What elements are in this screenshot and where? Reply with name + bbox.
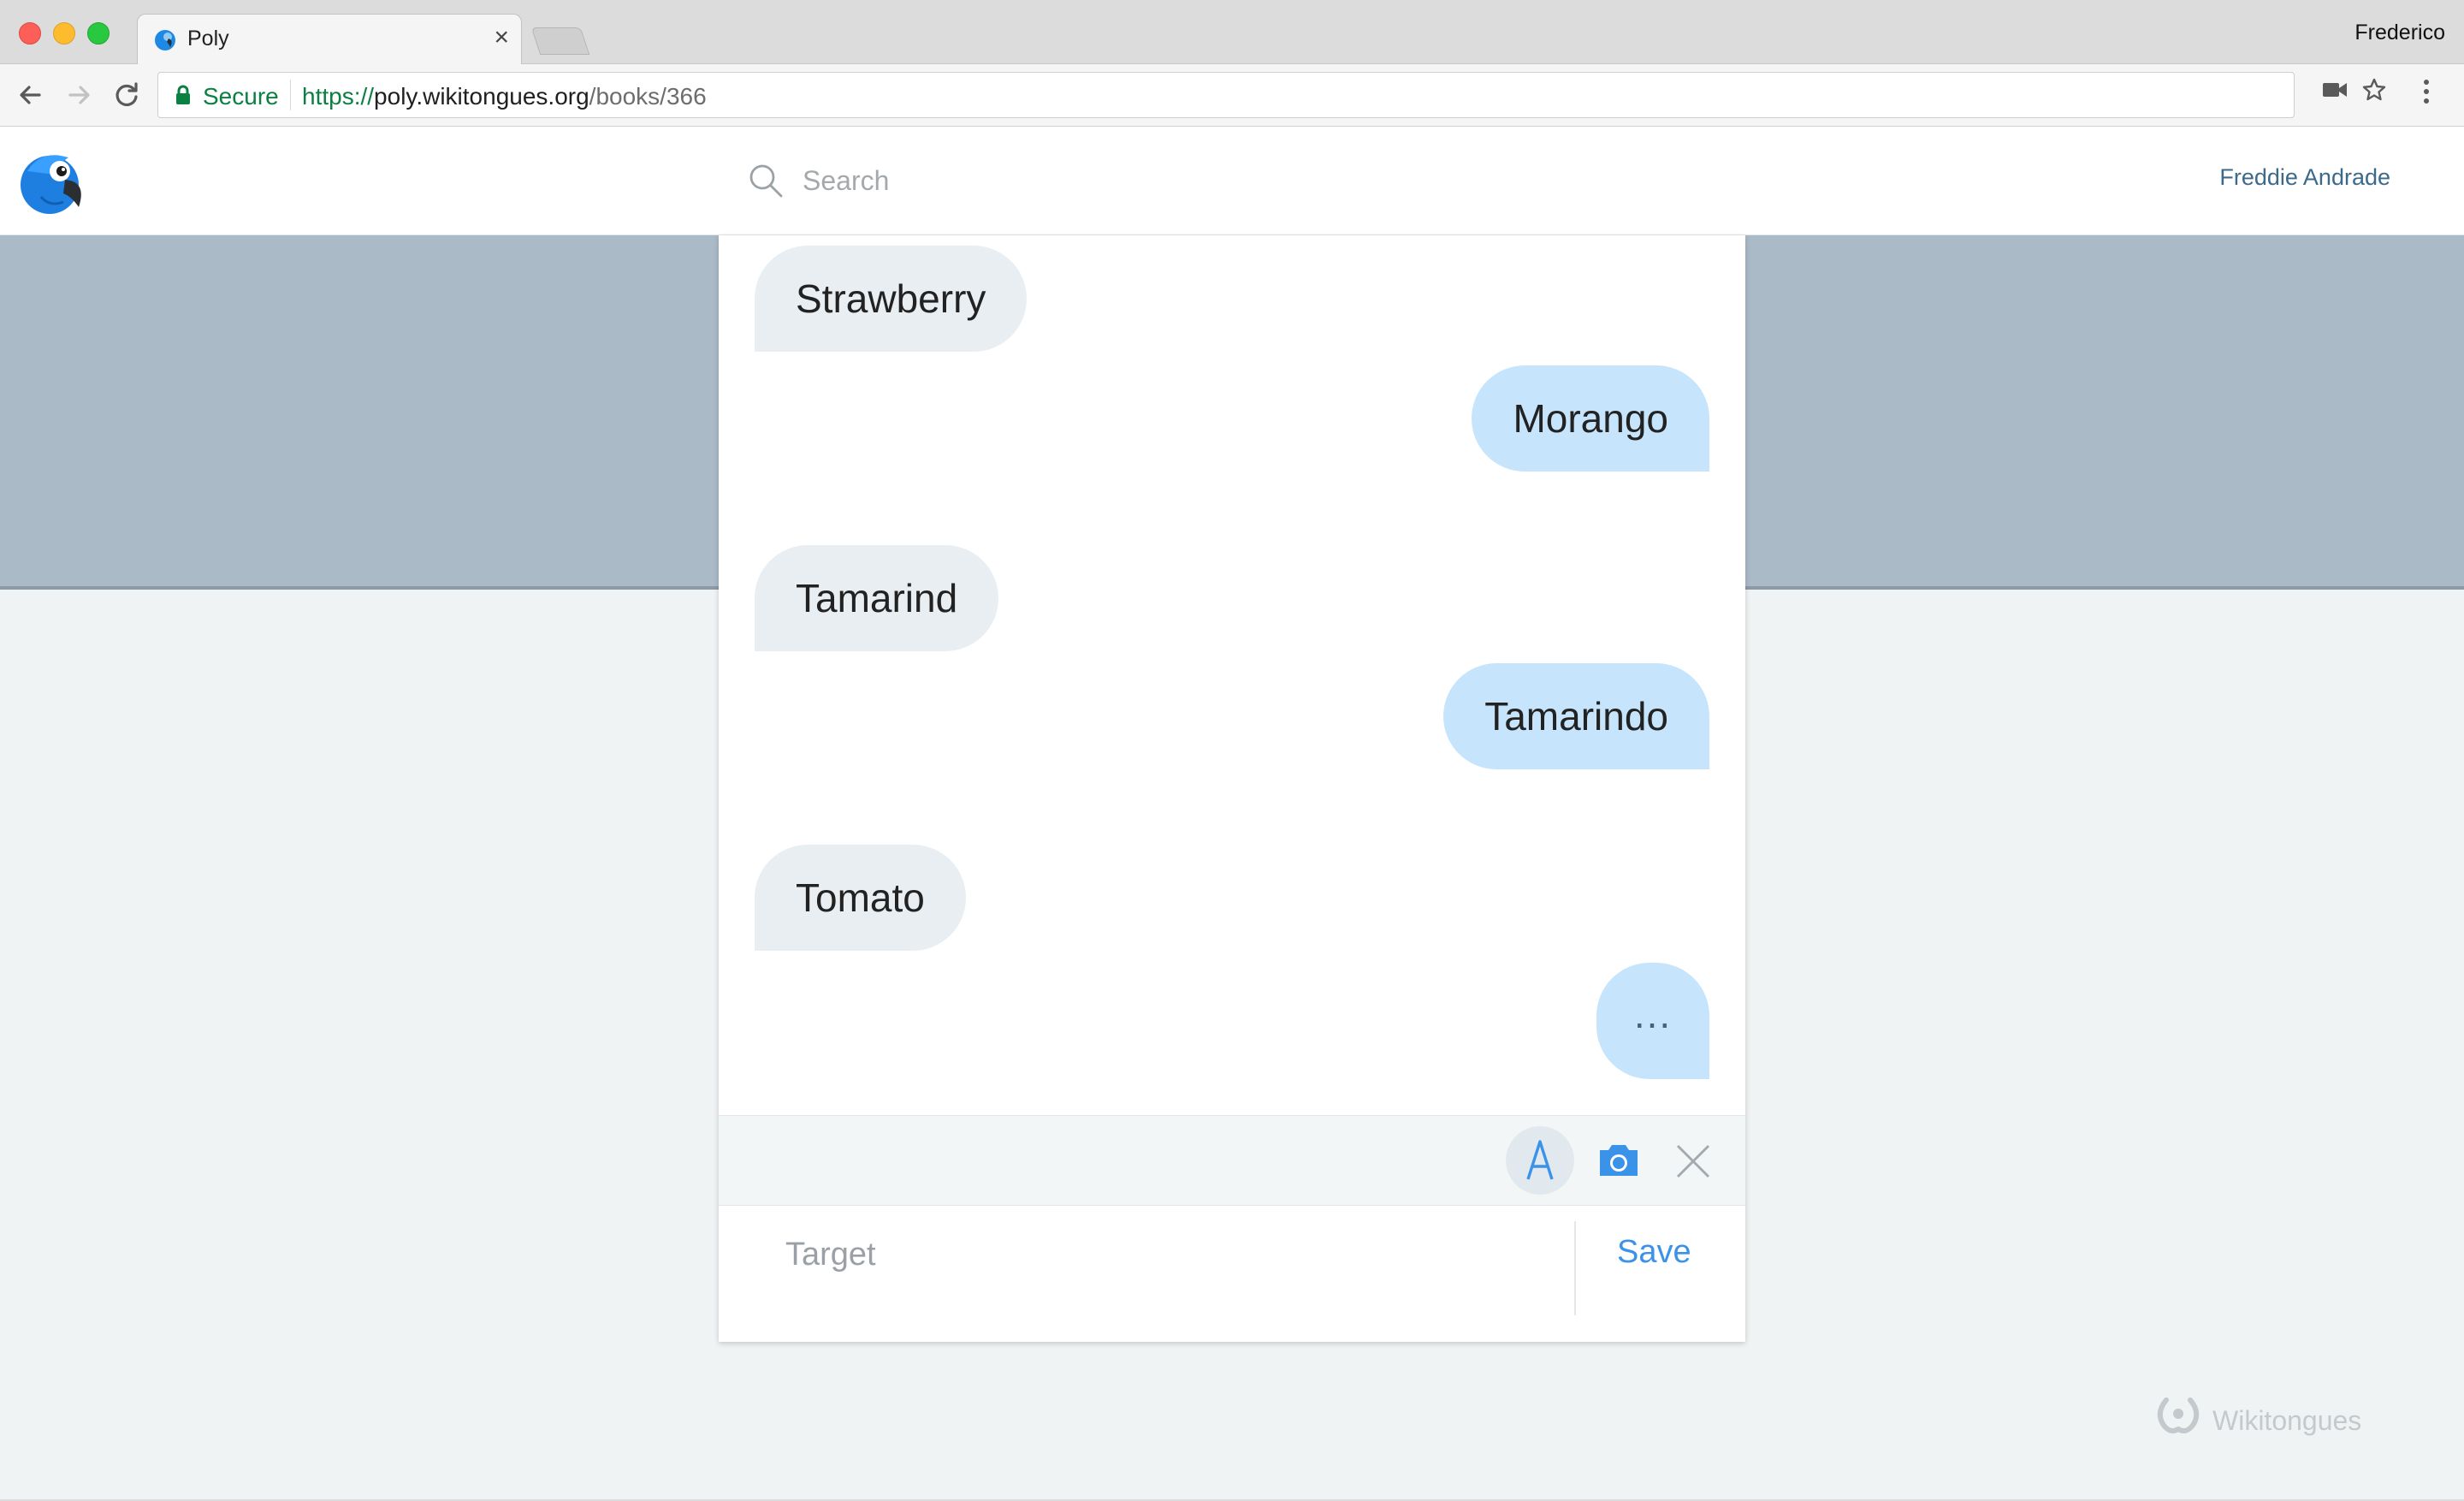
browser-toolbar: Secure https://poly.wikitongues.org/book… bbox=[0, 64, 2464, 127]
search-input[interactable] bbox=[801, 157, 1403, 204]
lock-icon bbox=[176, 85, 190, 104]
target-bubble[interactable]: Tamarindo bbox=[1443, 663, 1709, 769]
url-scheme: https:// bbox=[302, 83, 375, 110]
source-bubble[interactable]: Strawberry bbox=[755, 246, 1028, 352]
new-tab-button[interactable] bbox=[530, 27, 590, 55]
wikitongues-logo-icon bbox=[2157, 1397, 2200, 1433]
url-host: poly.wikitongues.org bbox=[374, 83, 589, 110]
menu-icon[interactable] bbox=[2420, 77, 2433, 106]
browser-titlebar: Poly × Frederico bbox=[0, 0, 2464, 64]
source-bubble[interactable]: Tomato bbox=[755, 845, 966, 951]
parrot-logo-icon[interactable] bbox=[15, 145, 87, 217]
composer-actions-bar bbox=[719, 1115, 1745, 1206]
close-icon bbox=[1676, 1144, 1710, 1178]
maximize-window-button[interactable] bbox=[87, 22, 110, 44]
address-bar[interactable]: Secure https://poly.wikitongues.org/book… bbox=[157, 72, 2295, 118]
parrot-favicon-icon bbox=[155, 30, 175, 50]
reload-icon[interactable] bbox=[108, 76, 145, 114]
target-bubble[interactable]: Morango bbox=[1472, 365, 1709, 472]
tab-title: Poly bbox=[187, 27, 229, 50]
user-name-link[interactable]: Freddie Andrade bbox=[2219, 164, 2390, 191]
composer-divider bbox=[1574, 1221, 1576, 1315]
close-composer-button[interactable] bbox=[1673, 1142, 1713, 1181]
target-input[interactable] bbox=[784, 1228, 1557, 1281]
forward-icon[interactable] bbox=[60, 76, 98, 114]
url-path: /books/366 bbox=[589, 83, 707, 110]
app-header: Freddie Andrade bbox=[0, 127, 2464, 235]
camera-icon bbox=[1600, 1145, 1638, 1176]
camera-button[interactable] bbox=[1595, 1138, 1643, 1183]
text-mode-button[interactable] bbox=[1506, 1126, 1574, 1195]
source-bubble[interactable]: Tamarind bbox=[755, 545, 999, 651]
back-icon[interactable] bbox=[12, 76, 50, 114]
pending-translation-bubble[interactable]: ... bbox=[1596, 963, 1709, 1079]
tab-close-button[interactable]: × bbox=[494, 23, 509, 52]
secure-label: Secure bbox=[203, 83, 279, 110]
save-button[interactable]: Save bbox=[1617, 1226, 1691, 1278]
address-divider bbox=[290, 80, 291, 110]
browser-profile-name[interactable]: Frederico bbox=[2354, 21, 2445, 45]
minimize-window-button[interactable] bbox=[53, 22, 75, 44]
text-mode-icon bbox=[1526, 1140, 1554, 1180]
star-icon[interactable] bbox=[2361, 77, 2387, 103]
search-icon[interactable] bbox=[748, 163, 784, 199]
url-text[interactable]: https://poly.wikitongues.org/books/366 bbox=[302, 83, 707, 110]
close-window-button[interactable] bbox=[19, 22, 41, 44]
conversation-card: Strawberry Morango Tamarind Tamarindo To… bbox=[719, 235, 1745, 1342]
footer-brand-name: Wikitongues bbox=[2212, 1405, 2362, 1436]
browser-tab-poly[interactable]: Poly × bbox=[137, 14, 522, 64]
video-camera-icon[interactable] bbox=[2322, 80, 2348, 99]
